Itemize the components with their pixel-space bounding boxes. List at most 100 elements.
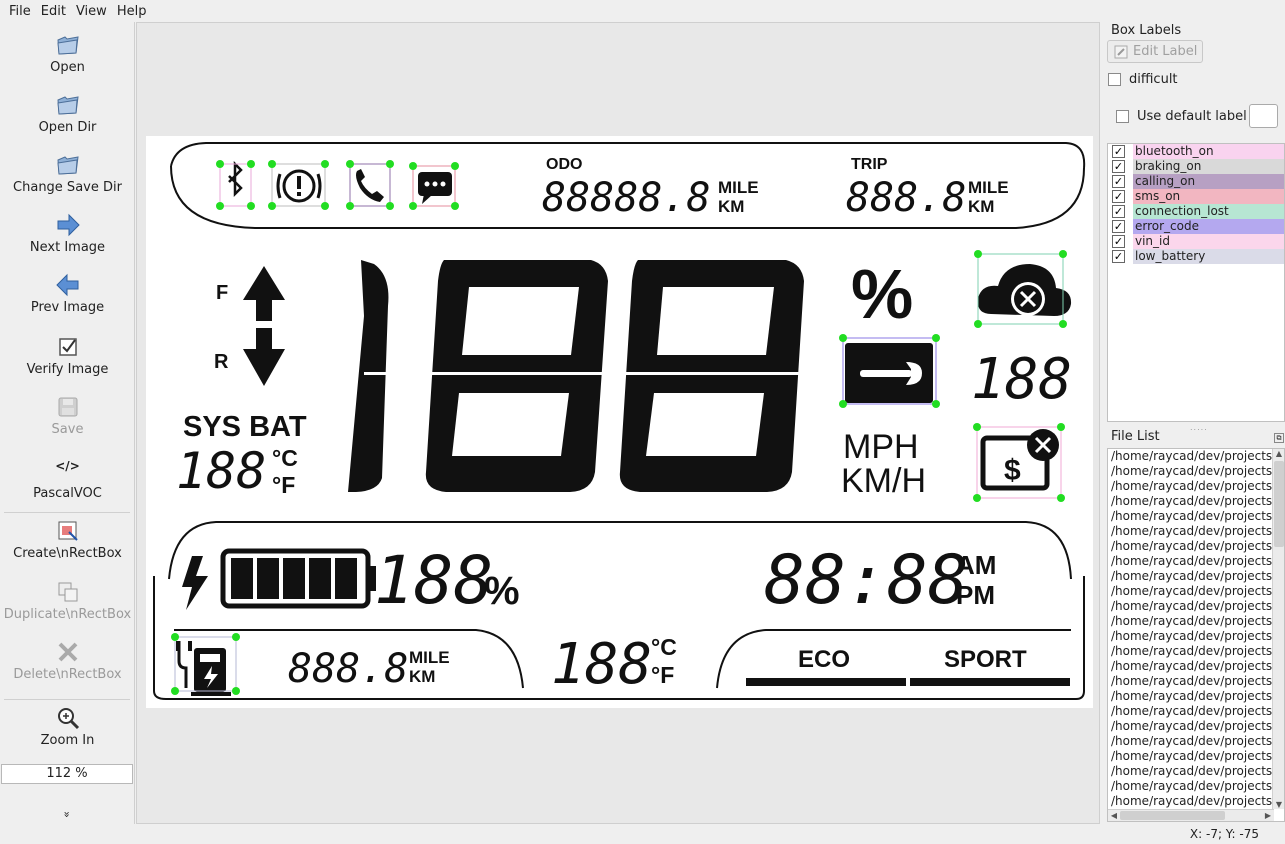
trip-label: TRIP bbox=[851, 156, 888, 173]
lcd-dashboard-image: ODO 88888.8 MILE KM TRIP 888.8 MILE KM F… bbox=[153, 142, 1086, 700]
file-list-item[interactable]: /home/raycad/dev/projects bbox=[1108, 599, 1273, 614]
file-list-item[interactable]: /home/raycad/dev/projects bbox=[1108, 539, 1273, 554]
label-name: braking_on bbox=[1133, 159, 1284, 174]
menu-bar: File Edit View Help bbox=[0, 0, 1285, 22]
arrow-down-icon bbox=[243, 328, 285, 386]
file-list-item[interactable]: /home/raycad/dev/projects bbox=[1108, 779, 1273, 794]
status-bar: X: -7; Y: -75 bbox=[0, 824, 1285, 844]
next-image-button[interactable]: Next Image bbox=[0, 212, 135, 255]
label-list-item[interactable]: ✓ bluetooth_on bbox=[1108, 144, 1284, 159]
label-visibility-checkbox[interactable]: ✓ bbox=[1112, 160, 1125, 173]
menu-file[interactable]: File bbox=[4, 4, 36, 19]
label-visibility-checkbox[interactable]: ✓ bbox=[1112, 250, 1125, 263]
file-list-item[interactable]: /home/raycad/dev/projects bbox=[1108, 494, 1273, 509]
delete-rectbox-button[interactable]: Delete\nRectBox bbox=[0, 639, 135, 682]
use-default-label-checkbox[interactable]: Use default label bbox=[1116, 109, 1247, 124]
label-visibility-checkbox[interactable]: ✓ bbox=[1112, 145, 1125, 158]
file-list-item[interactable]: /home/raycad/dev/projects bbox=[1108, 464, 1273, 479]
open-button[interactable]: Open bbox=[0, 32, 135, 75]
file-list-item[interactable]: /home/raycad/dev/projects bbox=[1108, 659, 1273, 674]
label-name: connection_lost bbox=[1133, 204, 1284, 219]
zoom-in-button[interactable]: Zoom In bbox=[0, 705, 135, 748]
toolbar: Open Open Dir Change Save Dir Next Image… bbox=[0, 22, 135, 824]
file-list-item[interactable]: /home/raycad/dev/projects bbox=[1108, 614, 1273, 629]
zoom-level-input[interactable]: 112 % bbox=[1, 764, 133, 784]
scroll-up-icon[interactable]: ▲ bbox=[1273, 449, 1284, 458]
label-list-item[interactable]: ✓ connection_lost bbox=[1108, 204, 1284, 219]
file-list-item[interactable]: /home/raycad/dev/projects bbox=[1108, 734, 1273, 749]
default-label-input[interactable] bbox=[1249, 104, 1278, 128]
label-list-item[interactable]: ✓ low_battery bbox=[1108, 249, 1284, 264]
verify-image-label: Verify Image bbox=[26, 362, 109, 377]
menu-help[interactable]: Help bbox=[112, 4, 152, 19]
scroll-thumb[interactable] bbox=[1274, 461, 1284, 547]
file-list-item[interactable]: /home/raycad/dev/projects bbox=[1108, 479, 1273, 494]
difficult-checkbox[interactable]: difficult bbox=[1108, 72, 1178, 87]
splitter-handle[interactable]: ..... bbox=[1190, 423, 1208, 432]
create-rectbox-button[interactable]: Create\nRectBox bbox=[0, 518, 135, 561]
floppy-disk-icon bbox=[58, 397, 77, 417]
trip-mile-label: MILE bbox=[968, 178, 1009, 197]
float-panel-icon[interactable]: ⧉ bbox=[1274, 433, 1284, 443]
save-button[interactable]: Save bbox=[0, 394, 135, 437]
hscroll-thumb[interactable] bbox=[1120, 811, 1225, 820]
format-button[interactable]: </> PascalVOC bbox=[0, 458, 135, 501]
change-save-dir-button[interactable]: Change Save Dir bbox=[0, 152, 135, 195]
pencil-icon bbox=[1114, 45, 1128, 58]
phone-icon bbox=[356, 169, 384, 202]
file-list-item[interactable]: /home/raycad/dev/projects bbox=[1108, 689, 1273, 704]
label-visibility-checkbox[interactable]: ✓ bbox=[1112, 205, 1125, 218]
file-list-item[interactable]: /home/raycad/dev/projects bbox=[1108, 704, 1273, 719]
label-list-item[interactable]: ✓ calling_on bbox=[1108, 174, 1284, 189]
folder-icon bbox=[56, 96, 79, 115]
file-list-item[interactable]: /home/raycad/dev/projects bbox=[1108, 509, 1273, 524]
scroll-right-icon[interactable]: ▶ bbox=[1262, 810, 1274, 821]
forward-label: F bbox=[216, 282, 228, 304]
file-list-item[interactable]: /home/raycad/dev/projects bbox=[1108, 584, 1273, 599]
kmh-label: KM/H bbox=[841, 462, 926, 500]
menu-view[interactable]: View bbox=[71, 4, 112, 19]
edit-label-button[interactable]: Edit Label bbox=[1107, 40, 1203, 63]
label-name: vin_id bbox=[1133, 234, 1284, 249]
difficult-checkbox-box[interactable] bbox=[1108, 73, 1121, 86]
file-list-item[interactable]: /home/raycad/dev/projects bbox=[1108, 749, 1273, 764]
label-visibility-checkbox[interactable]: ✓ bbox=[1112, 175, 1125, 188]
file-list-item[interactable]: /home/raycad/dev/projects bbox=[1108, 629, 1273, 644]
right-panel: Box Labels Edit Label difficult Use defa… bbox=[1104, 22, 1285, 824]
label-list-item[interactable]: ✓ error_code bbox=[1108, 219, 1284, 234]
label-list-item[interactable]: ✓ braking_on bbox=[1108, 159, 1284, 174]
duplicate-rectbox-button[interactable]: Duplicate\nRectBox bbox=[0, 579, 135, 622]
file-list-item[interactable]: /home/raycad/dev/projects bbox=[1108, 554, 1273, 569]
temp2-fahrenheit-label: °F bbox=[651, 662, 674, 688]
toolbar-more-button[interactable]: » bbox=[61, 810, 74, 820]
file-list-item[interactable]: /home/raycad/dev/projects bbox=[1108, 449, 1273, 464]
file-list-item[interactable]: /home/raycad/dev/projects bbox=[1108, 674, 1273, 689]
label-visibility-checkbox[interactable]: ✓ bbox=[1112, 190, 1125, 203]
file-list-horizontal-scrollbar[interactable]: ◀ ▶ bbox=[1108, 809, 1274, 821]
annotated-image[interactable]: ODO 88888.8 MILE KM TRIP 888.8 MILE KM F… bbox=[146, 136, 1093, 708]
label-list-item[interactable]: ✓ sms_on bbox=[1108, 189, 1284, 204]
open-dir-button[interactable]: Open Dir bbox=[0, 92, 135, 135]
scroll-down-icon[interactable]: ▼ bbox=[1273, 800, 1284, 809]
label-visibility-checkbox[interactable]: ✓ bbox=[1112, 235, 1125, 248]
mph-label: MPH bbox=[843, 428, 919, 466]
file-list-title: File List bbox=[1111, 429, 1160, 444]
menu-edit[interactable]: Edit bbox=[36, 4, 71, 19]
label-visibility-checkbox[interactable]: ✓ bbox=[1112, 220, 1125, 233]
zoom-in-icon bbox=[57, 708, 79, 730]
file-list-item[interactable]: /home/raycad/dev/projects bbox=[1108, 794, 1273, 809]
prev-image-button[interactable]: Prev Image bbox=[0, 272, 135, 315]
canvas-area[interactable]: ODO 88888.8 MILE KM TRIP 888.8 MILE KM F… bbox=[136, 22, 1100, 824]
file-list-vertical-scrollbar[interactable]: ▲ ▼ bbox=[1272, 449, 1284, 809]
file-list-item[interactable]: /home/raycad/dev/projects bbox=[1108, 644, 1273, 659]
save-label: Save bbox=[51, 422, 84, 437]
create-rectbox-label: Create\nRectBox bbox=[13, 546, 122, 561]
file-list-item[interactable]: /home/raycad/dev/projects bbox=[1108, 764, 1273, 779]
label-list-item[interactable]: ✓ vin_id bbox=[1108, 234, 1284, 249]
file-list-item[interactable]: /home/raycad/dev/projects bbox=[1108, 719, 1273, 734]
scroll-left-icon[interactable]: ◀ bbox=[1108, 810, 1120, 821]
file-list-item[interactable]: /home/raycad/dev/projects bbox=[1108, 524, 1273, 539]
verify-image-button[interactable]: Verify Image bbox=[0, 334, 135, 377]
use-default-label-box[interactable] bbox=[1116, 110, 1129, 123]
file-list-item[interactable]: /home/raycad/dev/projects bbox=[1108, 569, 1273, 584]
